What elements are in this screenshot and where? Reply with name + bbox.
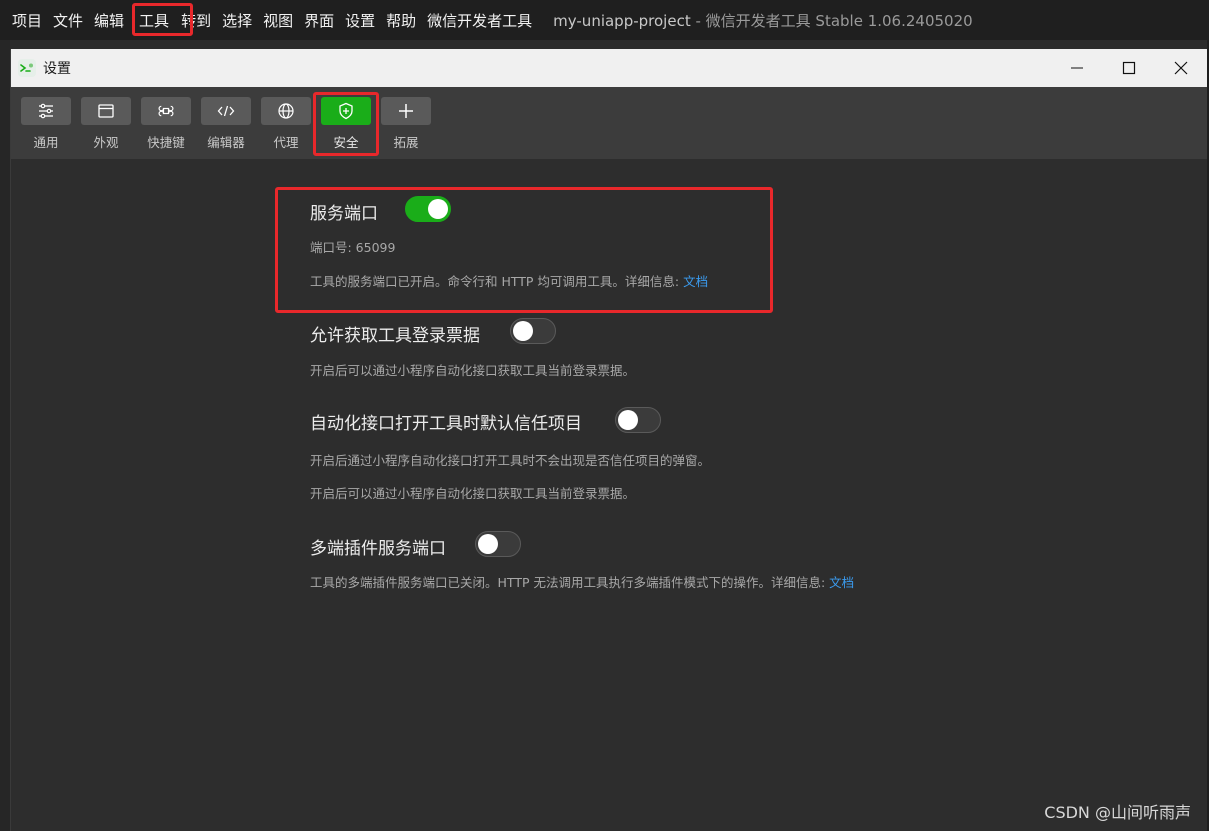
trust-project-desc-1: 开启后通过小程序自动化接口打开工具时不会出现是否信任项目的弹窗。 <box>310 453 711 468</box>
sliders-icon <box>21 97 71 125</box>
code-icon <box>201 97 251 125</box>
settings-toolbar: 通用 外观 快捷键 编辑器 代理 安全 拓展 <box>11 87 1207 159</box>
trust-project-desc-2: 开启后可以通过小程序自动化接口获取工具当前登录票据。 <box>310 486 636 501</box>
service-port-desc-text: 工具的服务端口已开启。命令行和 HTTP 均可调用工具。详细信息: <box>310 274 684 289</box>
menu-interface[interactable]: 界面 <box>304 10 334 31</box>
multi-port-title: 多端插件服务端口 <box>310 539 446 559</box>
tab-label: 安全 <box>333 135 359 150</box>
tab-general[interactable]: 通用 <box>21 97 71 151</box>
menu-select[interactable]: 选择 <box>222 10 252 31</box>
service-port-doc-link[interactable]: 文档 <box>683 274 708 289</box>
tab-label: 编辑器 <box>207 135 245 150</box>
tab-editor[interactable]: 编辑器 <box>201 97 251 151</box>
login-ticket-toggle[interactable] <box>510 318 556 344</box>
tab-label: 外观 <box>93 135 119 150</box>
port-number: 端口号: 65099 <box>310 240 396 255</box>
close-button[interactable] <box>1155 49 1207 87</box>
watermark: CSDN @山间听雨声 <box>1044 803 1191 822</box>
project-name: my-uniapp-project <box>553 11 691 30</box>
toggle-knob <box>428 199 448 219</box>
tab-shortcuts[interactable]: 快捷键 <box>141 97 191 151</box>
trust-project-toggle[interactable] <box>615 407 661 433</box>
tab-proxy[interactable]: 代理 <box>261 97 311 151</box>
toggle-knob <box>513 321 533 341</box>
service-port-desc: 工具的服务端口已开启。命令行和 HTTP 均可调用工具。详细信息: 文档 <box>310 271 708 290</box>
minimize-icon <box>1071 67 1083 69</box>
menu-settings[interactable]: 设置 <box>345 10 375 31</box>
tab-label: 通用 <box>33 135 59 150</box>
menu-edit[interactable]: 编辑 <box>94 10 124 31</box>
tab-label: 快捷键 <box>147 135 185 150</box>
maximize-icon <box>1122 61 1136 75</box>
app-version: - 微信开发者工具 Stable 1.06.2405020 <box>690 11 973 30</box>
trust-project-title: 自动化接口打开工具时默认信任项目 <box>310 414 582 434</box>
menu-project[interactable]: 项目 <box>12 10 42 31</box>
shield-icon <box>321 97 371 125</box>
maximize-button[interactable] <box>1103 49 1155 87</box>
multi-port-desc: 工具的多端插件服务端口已关闭。HTTP 无法调用工具执行多端插件模式下的操作。详… <box>310 572 854 591</box>
minimize-button[interactable] <box>1051 49 1103 87</box>
security-settings-panel: 服务端口 端口号: 65099 工具的服务端口已开启。命令行和 HTTP 均可调… <box>11 159 1207 831</box>
service-port-title: 服务端口 <box>310 204 378 224</box>
menu-help[interactable]: 帮助 <box>386 10 416 31</box>
window-title: my-uniapp-project - 微信开发者工具 Stable 1.06.… <box>553 10 973 31</box>
globe-icon <box>261 97 311 125</box>
menu-wechat-devtools[interactable]: 微信开发者工具 <box>427 10 532 31</box>
command-icon <box>141 97 191 125</box>
tab-security[interactable]: 安全 <box>321 97 371 151</box>
menubar: 项目 文件 编辑 工具 转到 选择 视图 界面 设置 帮助 微信开发者工具 my… <box>0 0 1209 40</box>
tab-label: 代理 <box>273 135 299 150</box>
tab-appearance[interactable]: 外观 <box>81 97 131 151</box>
close-icon <box>1174 61 1188 75</box>
menu-goto[interactable]: 转到 <box>181 10 211 31</box>
multi-port-toggle[interactable] <box>475 531 521 557</box>
window-icon <box>81 97 131 125</box>
service-port-toggle[interactable] <box>405 196 451 222</box>
tab-extensions[interactable]: 拓展 <box>381 97 431 151</box>
tab-label: 拓展 <box>393 135 419 150</box>
toggle-knob <box>618 410 638 430</box>
menu-view[interactable]: 视图 <box>263 10 293 31</box>
menu-file[interactable]: 文件 <box>53 10 83 31</box>
login-ticket-title: 允许获取工具登录票据 <box>310 326 480 346</box>
menu-tools[interactable]: 工具 <box>139 10 169 31</box>
toggle-knob <box>478 534 498 554</box>
window-controls <box>1051 49 1207 87</box>
multi-port-doc-link[interactable]: 文档 <box>829 575 854 590</box>
background-window <box>0 40 10 831</box>
wechat-devtools-icon <box>18 59 36 77</box>
dialog-titlebar: 设置 <box>11 49 1207 87</box>
settings-dialog: 设置 通用 外观 快捷键 编辑器 代理 安全 拓展 服务端口 端口号: 6509… <box>10 49 1207 831</box>
multi-port-desc-text: 工具的多端插件服务端口已关闭。HTTP 无法调用工具执行多端插件模式下的操作。详… <box>310 575 830 590</box>
dialog-title: 设置 <box>43 61 71 77</box>
login-ticket-desc: 开启后可以通过小程序自动化接口获取工具当前登录票据。 <box>310 363 636 378</box>
plus-icon <box>381 97 431 125</box>
